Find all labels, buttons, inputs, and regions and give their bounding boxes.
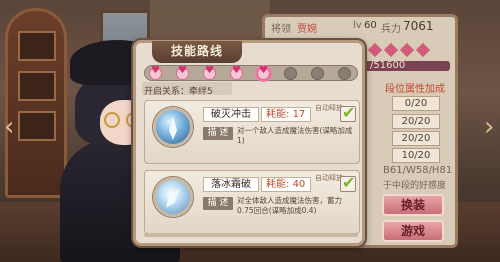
outfit-button[interactable]: 换装 bbox=[382, 194, 444, 216]
cost-label: 耗能 bbox=[266, 109, 286, 120]
progress-node-heart-icon bbox=[203, 65, 216, 80]
skill-description: 对一个敌人造成魔法伤害(谋略加成1) bbox=[237, 126, 353, 145]
dialog-title: 技能路线 bbox=[152, 41, 242, 63]
progress-node-heart-icon bbox=[176, 65, 189, 80]
auto-release-checkbox[interactable] bbox=[340, 103, 356, 122]
stat-row: 0/20 bbox=[392, 96, 440, 111]
nav-right-arrow-icon[interactable]: › bbox=[484, 112, 496, 142]
progress-node-heart-icon bbox=[230, 65, 243, 80]
cost-label: 耗能 bbox=[266, 179, 286, 190]
cost-value: 17 bbox=[292, 109, 306, 120]
frost-swirl-icon bbox=[153, 177, 193, 217]
skill-cost: 耗能: 40 bbox=[261, 177, 311, 192]
progress-node-heart-icon bbox=[149, 65, 162, 80]
exp-value: /51600 bbox=[370, 60, 406, 71]
skill-description: 对全体敌人造成魔法伤害，蓄力0.75回合(谋略加成0.4) bbox=[237, 196, 342, 215]
stat-hint: 于中段的好感度 bbox=[383, 181, 447, 191]
power-value: 7061 bbox=[403, 19, 434, 33]
cost-value: 40 bbox=[292, 179, 306, 190]
auto-release-label: 自动释放 bbox=[315, 104, 343, 112]
power-label: 兵力 bbox=[381, 24, 401, 35]
section-title: 段位属性加成 bbox=[385, 84, 445, 95]
auto-release-checkbox[interactable] bbox=[340, 173, 356, 192]
dialog-bottom-bar bbox=[144, 233, 358, 237]
stat-row: 20/20 bbox=[392, 114, 440, 129]
game-button[interactable]: 游戏 bbox=[382, 220, 444, 242]
nav-left-arrow-icon[interactable]: ‹ bbox=[4, 112, 16, 142]
relation-text: 开启关系：牵绊5 bbox=[144, 87, 213, 97]
progress-node bbox=[311, 67, 324, 80]
ice-crystal-icon bbox=[153, 107, 193, 147]
skill-card[interactable]: 落冰霜破 耗能: 40 自动释放 描 述 对全体敌人造成魔法伤害，蓄力0.75回… bbox=[144, 170, 360, 234]
name-label: 将领 bbox=[271, 24, 291, 35]
progress-node-heart-icon bbox=[257, 65, 270, 80]
level-label: lv bbox=[353, 20, 362, 31]
auto-release-label: 自动释放 bbox=[315, 174, 343, 182]
level-value: 60 bbox=[364, 20, 377, 31]
skill-name: 破灭冲击 bbox=[203, 107, 259, 122]
description-label: 描 述 bbox=[203, 197, 233, 210]
skill-progress-track bbox=[144, 65, 358, 81]
stat-row: 10/20 bbox=[392, 148, 440, 163]
stat-row: 20/20 bbox=[392, 131, 440, 146]
stat-code: B61/W58/H81 bbox=[383, 165, 453, 176]
skill-cost: 耗能: 17 bbox=[261, 107, 311, 122]
progress-node bbox=[284, 67, 297, 80]
description-label: 描 述 bbox=[203, 127, 233, 140]
skill-route-dialog: 技能路线 开启关系：牵绊5 破灭冲击 耗能: 17 自动释放 描 述 对一个敌人… bbox=[133, 40, 365, 246]
name-value: 贾婉 bbox=[297, 24, 317, 35]
progress-node bbox=[338, 67, 351, 80]
skill-card[interactable]: 破灭冲击 耗能: 17 自动释放 描 述 对一个敌人造成魔法伤害(谋略加成1) bbox=[144, 100, 360, 164]
skill-name: 落冰霜破 bbox=[203, 177, 259, 192]
